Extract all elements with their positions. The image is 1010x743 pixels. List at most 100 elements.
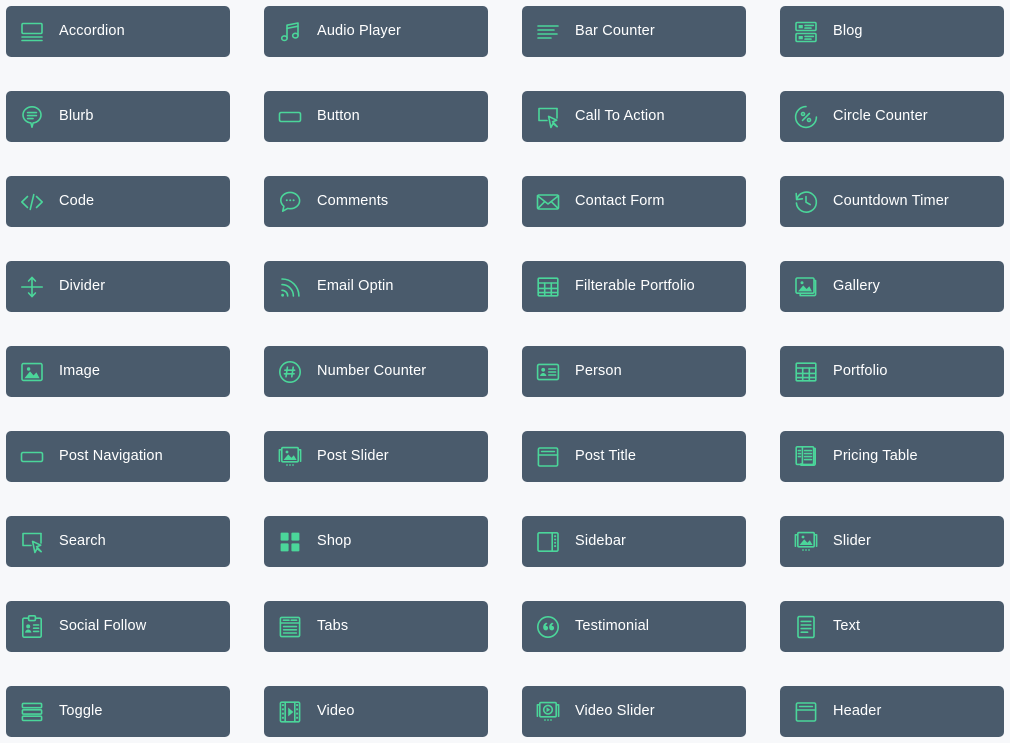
image-slider-icon — [277, 444, 303, 470]
module-card-audio-player[interactable]: Audio Player — [264, 6, 488, 57]
module-card-label: Blurb — [59, 108, 94, 125]
divider-arrows-icon — [19, 274, 45, 300]
module-card-sidebar[interactable]: Sidebar — [522, 516, 746, 567]
id-card-icon — [535, 359, 561, 385]
pricing-columns-icon — [793, 444, 819, 470]
envelope-icon — [535, 189, 561, 215]
module-card-portfolio[interactable]: Portfolio — [780, 346, 1004, 397]
module-card-button[interactable]: Button — [264, 91, 488, 142]
module-card-label: Social Follow — [59, 618, 147, 635]
module-card-divider[interactable]: Divider — [6, 261, 230, 312]
module-card-toggle[interactable]: Toggle — [6, 686, 230, 737]
blog-list-icon — [793, 19, 819, 45]
grid-table-icon — [793, 359, 819, 385]
module-card-label: Search — [59, 533, 106, 550]
quote-circle-icon — [535, 614, 561, 640]
music-note-icon — [277, 19, 303, 45]
module-card-label: Comments — [317, 193, 389, 210]
module-card-blog[interactable]: Blog — [780, 6, 1004, 57]
module-card-label: Header — [833, 703, 882, 720]
module-card-text[interactable]: Text — [780, 601, 1004, 652]
module-card-tabs[interactable]: Tabs — [264, 601, 488, 652]
sidebar-icon — [535, 529, 561, 555]
module-card-label: Divider — [59, 278, 106, 295]
module-card-label: Shop — [317, 533, 352, 550]
module-card-person[interactable]: Person — [522, 346, 746, 397]
module-card-label: Post Slider — [317, 448, 389, 465]
image-slider-icon — [793, 529, 819, 555]
module-card-label: Tabs — [317, 618, 349, 635]
module-card-circle-counter[interactable]: Circle Counter — [780, 91, 1004, 142]
window-header-icon — [535, 444, 561, 470]
module-card-bar-counter[interactable]: Bar Counter — [522, 6, 746, 57]
module-card-email-optin[interactable]: Email Optin — [264, 261, 488, 312]
film-play-icon — [277, 699, 303, 725]
module-card-post-slider[interactable]: Post Slider — [264, 431, 488, 482]
module-card-header[interactable]: Header — [780, 686, 1004, 737]
module-card-label: Video — [317, 703, 355, 720]
module-card-label: Bar Counter — [575, 23, 655, 40]
cursor-click-icon — [19, 529, 45, 555]
module-card-comments[interactable]: Comments — [264, 176, 488, 227]
module-card-code[interactable]: Code — [6, 176, 230, 227]
module-card-number-counter[interactable]: Number Counter — [264, 346, 488, 397]
module-card-video-slider[interactable]: Video Slider — [522, 686, 746, 737]
four-squares-icon — [277, 529, 303, 555]
module-card-social-follow[interactable]: Social Follow — [6, 601, 230, 652]
module-card-label: Person — [575, 363, 622, 380]
module-card-label: Email Optin — [317, 278, 394, 295]
module-card-label: Testimonial — [575, 618, 650, 635]
cursor-click-icon — [535, 104, 561, 130]
module-card-post-title[interactable]: Post Title — [522, 431, 746, 482]
rss-signal-icon — [277, 274, 303, 300]
module-card-countdown-timer[interactable]: Countdown Timer — [780, 176, 1004, 227]
module-card-accordion[interactable]: Accordion — [6, 6, 230, 57]
module-card-label: Code — [59, 193, 95, 210]
toggle-bars-icon — [19, 699, 45, 725]
module-card-label: Post Navigation — [59, 448, 163, 465]
button-rectangle-icon — [19, 444, 45, 470]
module-card-label: Circle Counter — [833, 108, 928, 125]
module-card-label: Filterable Portfolio — [575, 278, 695, 295]
module-card-label: Video Slider — [575, 703, 655, 720]
module-card-blurb[interactable]: Blurb — [6, 91, 230, 142]
video-slider-icon — [535, 699, 561, 725]
module-grid: Accordion Audio Player Bar Counter Blog Blur… — [0, 0, 1010, 743]
module-card-search[interactable]: Search — [6, 516, 230, 567]
hash-circle-icon — [277, 359, 303, 385]
image-icon — [19, 359, 45, 385]
code-brackets-icon — [19, 189, 45, 215]
module-card-shop[interactable]: Shop — [264, 516, 488, 567]
module-card-post-navigation[interactable]: Post Navigation — [6, 431, 230, 482]
module-card-video[interactable]: Video — [264, 686, 488, 737]
module-card-contact-form[interactable]: Contact Form — [522, 176, 746, 227]
module-card-filterable-portfolio[interactable]: Filterable Portfolio — [522, 261, 746, 312]
module-card-label: Audio Player — [317, 23, 402, 40]
text-document-icon — [793, 614, 819, 640]
bar-counter-icon — [535, 19, 561, 45]
module-card-label: Contact Form — [575, 193, 665, 210]
accordion-icon — [19, 19, 45, 45]
module-card-image[interactable]: Image — [6, 346, 230, 397]
clock-rewind-icon — [793, 189, 819, 215]
module-card-label: Slider — [833, 533, 871, 550]
badge-id-icon — [19, 614, 45, 640]
module-card-pricing-table[interactable]: Pricing Table — [780, 431, 1004, 482]
gallery-stack-icon — [793, 274, 819, 300]
module-card-label: Pricing Table — [833, 448, 918, 465]
module-card-label: Text — [833, 618, 861, 635]
speech-pin-icon — [19, 104, 45, 130]
module-card-label: Button — [317, 108, 360, 125]
module-card-gallery[interactable]: Gallery — [780, 261, 1004, 312]
button-rectangle-icon — [277, 104, 303, 130]
module-card-testimonial[interactable]: Testimonial — [522, 601, 746, 652]
module-card-label: Post Title — [575, 448, 637, 465]
module-card-call-to-action[interactable]: Call To Action — [522, 91, 746, 142]
grid-table-icon — [535, 274, 561, 300]
module-card-label: Image — [59, 363, 101, 380]
module-card-label: Countdown Timer — [833, 193, 949, 210]
module-card-label: Sidebar — [575, 533, 627, 550]
comment-bubble-icon — [277, 189, 303, 215]
module-card-slider[interactable]: Slider — [780, 516, 1004, 567]
module-card-label: Blog — [833, 23, 863, 40]
